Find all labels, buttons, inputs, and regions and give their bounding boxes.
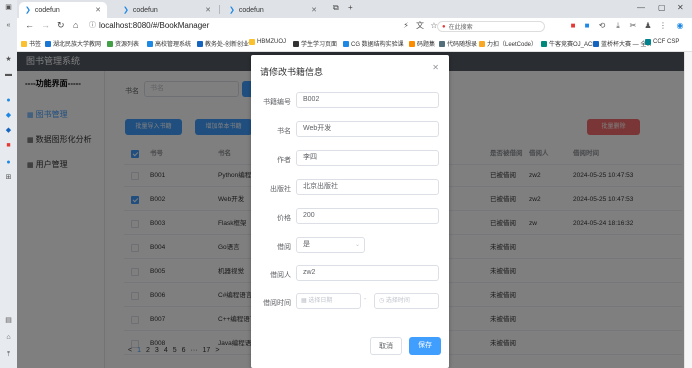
star-icon[interactable]: ★ [4,55,13,64]
close-icon[interactable]: ✕ [311,6,317,14]
bookmark-item[interactable]: HBMZUOJ [249,39,286,45]
app-icon[interactable]: ◆ [4,111,13,120]
codefun-favicon-icon: ❯ [123,7,129,14]
field-label: 借阅时间 [263,300,291,307]
time-picker[interactable]: ◷ 选择时间 [374,293,439,309]
search-placeholder: 在此搜索 [448,25,473,31]
maximize-icon[interactable]: ▢ [658,3,666,12]
author-input[interactable]: 李四 [296,150,439,166]
copilot-icon[interactable]: ◉ [675,21,685,31]
sidebar-toggle-icon[interactable]: ▣ [4,3,13,12]
address-bar: ← → ↻ ⌂ ⓘ localhost:8080/#/BookManager ⚡… [17,18,692,35]
date-time-separator: - [364,296,367,303]
translate-icon[interactable]: 文 [415,21,425,31]
bookmarks-bar: 书签 湖北民族大学教网 资源列表 高校管理系统 教务处-创新创业 HBMZUOJ… [17,35,692,52]
field-label: 出版社 [270,186,291,193]
bookmark-item[interactable]: 湖北民族大学教网 [45,39,101,48]
book-name-input[interactable]: Web开发 [296,121,439,137]
codefun-favicon-icon: ❯ [25,7,31,14]
forward-icon[interactable]: → [41,20,50,30]
tab-codefun[interactable]: ❯ codefun ✕ [19,2,107,18]
app-icon[interactable]: ● [4,158,13,167]
minimize-icon[interactable]: — [637,3,645,12]
bookmark-item[interactable]: 教务处-创新创业 [197,39,249,48]
price-input[interactable]: 200 [296,208,439,224]
extension-icon[interactable]: ■ [568,21,578,31]
bookmark-item[interactable]: 力扣（LeetCode） [479,39,537,48]
bookmark-item[interactable]: 蓝桥杯大赛 — 全... [593,39,651,48]
field-label: 书名 [277,128,291,135]
close-window-icon[interactable]: ✕ [677,3,684,12]
profile-icon[interactable]: ♟ [643,21,653,31]
bookmark-item[interactable]: CCF CSP [645,39,679,45]
bookmark-item[interactable]: 代码随想录 [439,39,477,48]
bookmark-item[interactable]: 码题集 [409,39,435,48]
back-icon[interactable]: ← [25,20,34,30]
folder-icon[interactable]: ▬ [4,70,13,79]
tab-bar: ❯ codefun ✕ ❯ codefun ✕ ❯ codefun ✕ ⧉ + … [17,0,692,18]
search-box[interactable]: ● 在此搜索 [437,21,545,32]
collapse-icon[interactable]: « [4,21,13,30]
dialog-title: 请修改书籍信息 [260,67,324,77]
field-label: 书籍编号 [263,99,291,106]
save-button[interactable]: 保存 [409,337,441,355]
download-icon[interactable]: ⤓ [613,21,623,31]
field-label: 借阅人 [270,272,291,279]
field-label: 借阅 [277,244,291,251]
upload-icon[interactable]: ⤒ [4,350,13,359]
tab-codefun[interactable]: ❯ codefun ✕ [117,2,217,18]
book-id-input[interactable]: B002 [296,92,439,108]
borrower-input[interactable]: zw2 [296,265,439,281]
browser-side-panel: ▣ « ★ ▬ ● ◆ ◆ ■ ● ⊞ ▤ ⌂ ⤒ [0,0,17,368]
tab-title: codefun [34,6,60,14]
edit-book-dialog: 请修改书籍信息 ✕ 书籍编号 B002 书名 Web开发 作者 李四 出版社 北… [251,55,449,368]
close-icon[interactable]: ✕ [205,6,211,14]
new-tab-icon[interactable]: + [348,3,353,12]
date-picker[interactable]: ▦ 选择日期 [296,293,361,309]
close-icon[interactable]: ✕ [432,63,439,72]
bookmark-item[interactable]: 资源列表 [107,39,139,48]
extensions-icon[interactable]: ✂ [628,21,638,31]
publisher-input[interactable]: 北京出版社 [296,179,439,195]
date-placeholder: 选择日期 [308,298,333,304]
lightning-icon[interactable]: ⚡ [401,21,411,31]
tab-title: codefun [238,6,264,14]
menu-icon[interactable]: ⋮ [658,21,668,31]
codefun-favicon-icon: ❯ [229,7,235,14]
url-text: localhost:8080/#/BookManager [99,20,210,30]
history-icon[interactable]: ⟲ [597,21,607,31]
info-icon: ⓘ [89,22,96,29]
tab-codefun[interactable]: ❯ codefun ✕ [223,2,323,18]
search-engine-icon: ● [442,23,446,30]
close-icon[interactable]: ✕ [95,6,101,14]
reload-icon[interactable]: ↻ [57,20,65,31]
bookmark-item[interactable]: 高校管理系统 [147,39,191,48]
field-label: 价格 [277,215,291,222]
search-app-icon[interactable]: ● [4,96,13,105]
bookmark-item[interactable]: 学生学习页面 [293,39,337,48]
home-icon[interactable]: ⌂ [73,20,78,30]
clock-icon: ◷ [379,298,386,304]
bookmark-item[interactable]: CG 数据结构实验课 [343,39,404,48]
scrollbar[interactable] [684,52,692,368]
tab-list-icon[interactable]: ⧉ [333,3,339,13]
app-icon[interactable]: ◆ [4,126,13,135]
extension-icon[interactable]: ■ [582,21,592,31]
url-field[interactable]: ⓘ localhost:8080/#/BookManager [89,20,209,30]
chevron-down-icon: ⌄ [354,242,360,248]
field-label: 作者 [277,157,291,164]
time-placeholder: 选择时间 [385,298,410,304]
panel-icon[interactable]: ▤ [4,316,13,325]
borrowed-select[interactable]: 是 ⌄ [296,237,365,253]
home-icon[interactable]: ⌂ [4,333,13,342]
bookmark-item[interactable]: 书签 [21,39,41,48]
tab-title: codefun [132,6,158,14]
bookmark-item[interactable]: 牛客竞赛OJ_ACM [541,39,597,48]
cancel-button[interactable]: 取消 [370,337,402,355]
app-icon[interactable]: ■ [4,141,13,150]
select-value: 是 [303,241,310,248]
add-icon[interactable]: ⊞ [4,173,13,182]
